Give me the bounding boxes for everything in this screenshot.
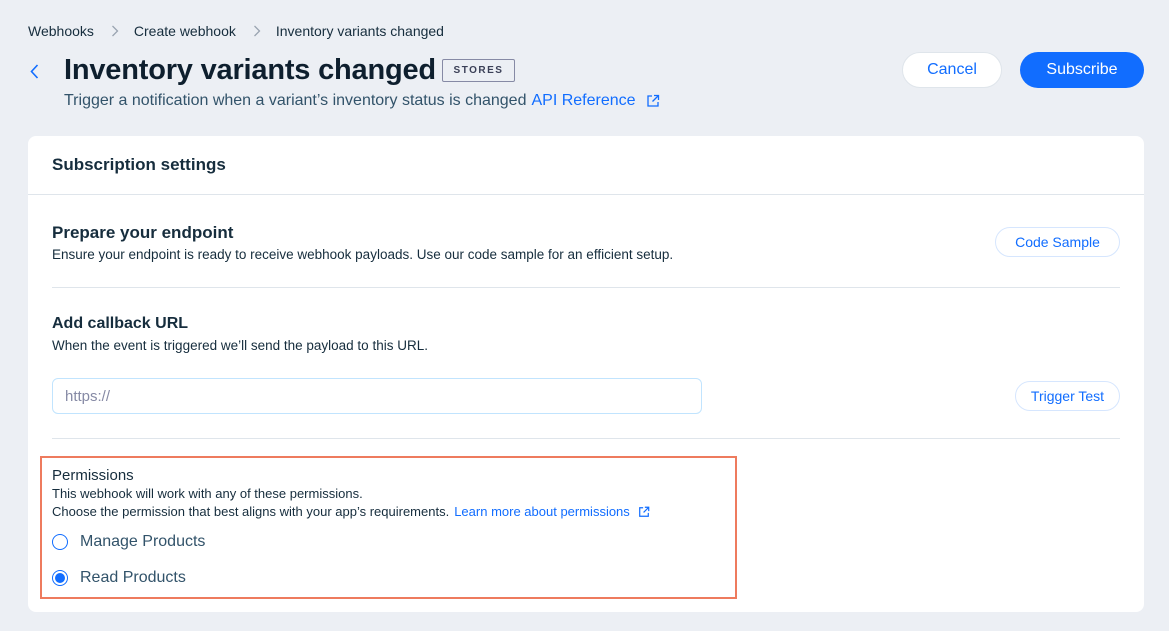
chevron-right-icon <box>253 25 261 37</box>
breadcrumb-item-create-webhook[interactable]: Create webhook <box>134 22 236 40</box>
radio-manage-products[interactable]: Manage Products <box>52 533 205 551</box>
code-sample-button[interactable]: Code Sample <box>995 227 1120 257</box>
subtitle-text: Trigger a notification when a variant’s … <box>64 92 527 109</box>
radio-icon[interactable] <box>52 534 68 550</box>
callback-description: When the event is triggered we’ll send t… <box>52 338 428 353</box>
page-subtitle: Trigger a notification when a variant’s … <box>64 91 660 111</box>
external-link-icon[interactable] <box>638 506 650 518</box>
card-header: Subscription settings <box>28 136 1144 195</box>
permissions-line-2: Choose the permission that best aligns w… <box>52 503 650 521</box>
permissions-section: Permissions This webhook will work with … <box>52 466 650 521</box>
chevron-right-icon <box>111 25 119 37</box>
back-button[interactable] <box>24 60 44 82</box>
permissions-title: Permissions <box>52 467 134 484</box>
back-arrow-icon <box>29 63 39 79</box>
subscribe-button[interactable]: Subscribe <box>1020 52 1144 88</box>
permissions-line-1: This webhook will work with any of these… <box>52 485 650 503</box>
card-title: Subscription settings <box>52 155 226 174</box>
api-reference-link[interactable]: API Reference <box>531 91 635 111</box>
radio-label: Manage Products <box>80 533 206 550</box>
stores-badge: STORES <box>442 59 515 82</box>
breadcrumb-item-current: Inventory variants changed <box>275 23 444 39</box>
endpoint-title: Prepare your endpoint <box>52 223 234 242</box>
cancel-button[interactable]: Cancel <box>902 52 1002 88</box>
endpoint-description: Ensure your endpoint is ready to receive… <box>52 247 674 262</box>
radio-read-products[interactable]: Read Products <box>52 569 186 587</box>
trigger-test-button[interactable]: Trigger Test <box>1015 381 1120 411</box>
callback-url-input[interactable] <box>52 378 702 414</box>
radio-label: Read Products <box>80 569 186 586</box>
divider <box>52 438 1120 439</box>
page-title: Inventory variants changed <box>64 54 436 86</box>
breadcrumb: Webhooks Create webhook Inventory varian… <box>28 22 444 40</box>
permissions-text-1: This webhook will work with any of these… <box>52 486 363 501</box>
permissions-text-2: Choose the permission that best aligns w… <box>52 504 450 519</box>
breadcrumb-item-webhooks[interactable]: Webhooks <box>28 22 94 40</box>
callback-title: Add callback URL <box>52 315 189 332</box>
external-link-icon[interactable] <box>646 94 660 108</box>
radio-icon[interactable] <box>52 570 68 586</box>
page: Webhooks Create webhook Inventory varian… <box>0 0 1169 631</box>
divider <box>52 287 1120 288</box>
learn-more-permissions-link[interactable]: Learn more about permissions <box>454 503 630 521</box>
